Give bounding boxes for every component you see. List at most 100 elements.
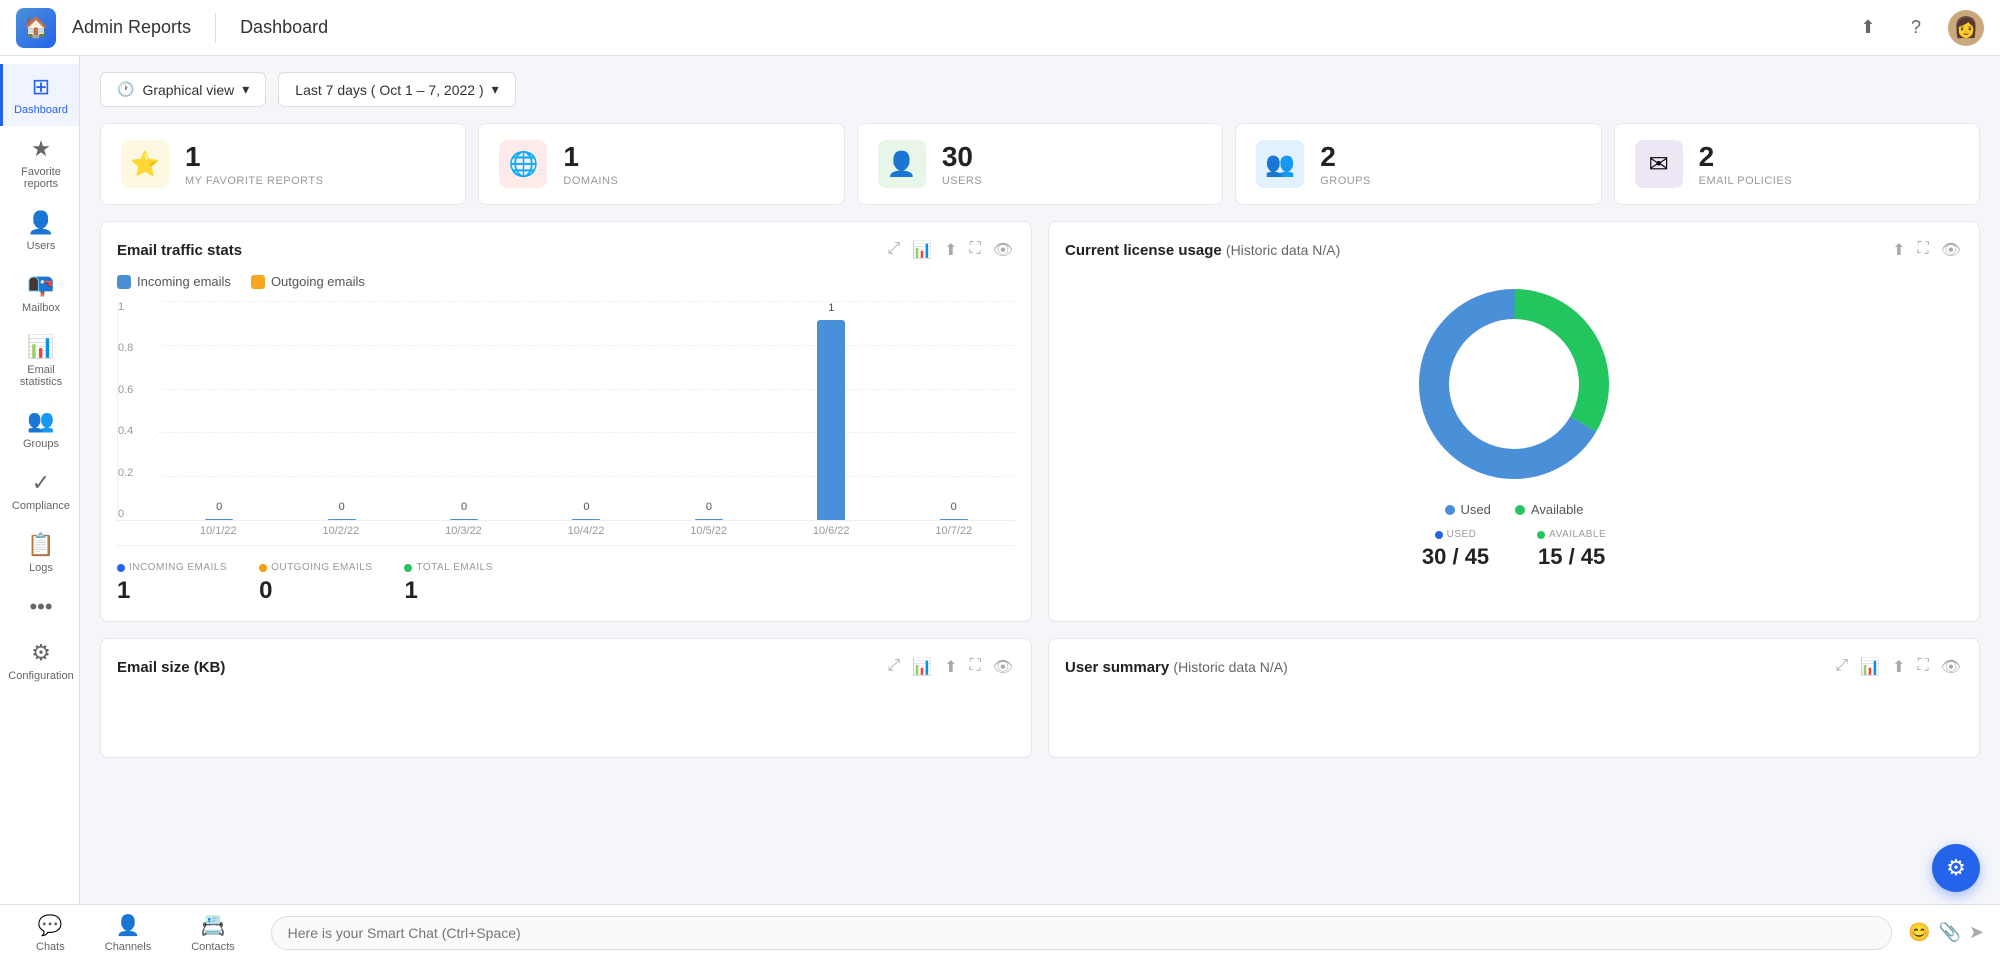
sidebar-item-configuration[interactable]: ⚙ Configuration [0,630,79,692]
chart-header-license: Current license usage (Historic data N/A… [1065,238,1963,262]
share-icon[interactable]: ⬆ [942,655,959,679]
sidebar-item-email-statistics[interactable]: 📊 Email statistics [0,324,79,398]
sidebar-item-compliance[interactable]: ✓ Compliance [0,460,79,522]
legend-available: Available [1515,502,1584,517]
sidebar-item-favorite-reports[interactable]: ★ Favorite reports [0,126,79,200]
bar-group-3: 0 [403,519,525,520]
sidebar-item-mailbox[interactable]: 📭 Mailbox [0,262,79,324]
y-label-08: 0.8 [118,342,133,354]
x-label-2: 10/2/22 [280,521,403,537]
bar-group-7: 0 [893,519,1015,520]
email-size-title: Email size (KB) [117,659,225,676]
favorite-stat-icon: ⭐ [121,140,169,188]
y-label-0: 0 [118,508,133,520]
y-label-06: 0.6 [118,384,133,396]
user-summary-subtitle: (Historic data N/A) [1173,659,1287,675]
bar-value-7: 0 [951,501,957,513]
groups-icon: 👥 [27,408,54,434]
favorite-label: MY FAVORITE REPORTS [185,175,323,187]
share-icon[interactable]: ⬆ [942,238,959,262]
bar-value-6: 1 [828,302,834,314]
favorite-reports-icon: ★ [31,136,51,162]
used-stat-dot [1435,531,1443,539]
main-layout: ⊞ Dashboard ★ Favorite reports 👤 Users 📭… [0,56,2000,904]
date-range-button[interactable]: Last 7 days ( Oct 1 – 7, 2022 ) ▾ [278,72,515,107]
stat-card-groups: 👥 2 GROUPS [1235,123,1601,205]
graphical-view-button[interactable]: 🕐 Graphical view ▾ [100,72,266,107]
expand-icon[interactable]: ⤢ [885,655,902,679]
bar-value-4: 0 [583,501,589,513]
share-icon[interactable]: ⬆ [1890,238,1907,262]
bar-chart-icon[interactable]: 📊 [910,238,934,262]
chats-icon: 💬 [38,913,63,938]
chart-actions-license: ⬆ ⛶ 👁 [1890,238,1963,262]
bar-1 [205,519,233,520]
license-available: AVAILABLE 15 / 45 [1537,529,1606,570]
groups-stat-icon: 👥 [1256,140,1304,188]
share-icon[interactable]: ⬆ [1890,655,1907,679]
chevron-down-icon: ▾ [242,81,249,98]
domains-stat-icon: 🌐 [499,140,547,188]
legend-bar-blue [117,275,131,289]
stat-info-domains: 1 DOMAINS [563,141,618,187]
donut-wrap [1404,274,1624,494]
hide-icon[interactable]: 👁 [991,238,1015,262]
sidebar-item-dashboard[interactable]: ⊞ Dashboard [0,64,79,126]
expand-icon[interactable]: ⤢ [1833,655,1850,679]
stat-info-favorite: 1 MY FAVORITE REPORTS [185,141,323,187]
bottom-nav-chats[interactable]: 💬 Chats [16,907,85,959]
fullscreen-icon[interactable]: ⛶ [1915,238,1930,262]
bar-group-1: 0 [158,519,280,520]
bar-chart-icon[interactable]: 📊 [1858,655,1882,679]
bar-chart-area: 1 0.8 0.6 0.4 0.2 0 [117,301,1015,521]
dot-green [404,564,412,572]
bottom-icons: 😊 📎 ➤ [1908,922,1984,943]
email-statistics-icon: 📊 [27,334,54,360]
chat-fab-button[interactable]: ⚙ [1932,844,1980,892]
hide-icon[interactable]: 👁 [991,655,1015,679]
channels-icon: 👤 [116,913,141,938]
user-summary-card: User summary (Historic data N/A) ⤢ 📊 ⬆ ⛶… [1048,638,1980,758]
sidebar-item-users[interactable]: 👤 Users [0,200,79,262]
favorite-count: 1 [185,141,323,173]
users-icon: 👤 [27,210,54,236]
hide-icon[interactable]: 👁 [1939,238,1963,262]
attachment-icon[interactable]: 📎 [1938,922,1960,943]
sidebar-item-logs[interactable]: 📋 Logs [0,522,79,584]
bottom-nav-contacts[interactable]: 📇 Contacts [171,907,254,959]
user-summary-header: User summary (Historic data N/A) ⤢ 📊 ⬆ ⛶… [1065,655,1963,679]
sidebar-item-label: Configuration [8,670,73,682]
fullscreen-icon[interactable]: ⛶ [967,655,982,679]
sidebar-item-groups[interactable]: 👥 Groups [0,398,79,460]
send-icon[interactable]: ➤ [1969,922,1984,943]
sidebar-item-more[interactable]: ••• [0,584,79,630]
y-label-02: 0.2 [118,467,133,479]
available-stat-value: 15 / 45 [1538,544,1605,570]
top-header: 🏠 Admin Reports Dashboard ⬆ ? 👩 [0,0,2000,56]
domains-label: DOMAINS [563,175,618,187]
avatar[interactable]: 👩 [1948,10,1984,46]
fullscreen-icon[interactable]: ⛶ [1915,655,1930,679]
bottom-nav-channels[interactable]: 👤 Channels [85,907,171,959]
bar-value-5: 0 [706,501,712,513]
emoji-icon[interactable]: 😊 [1908,922,1930,943]
help-button[interactable]: ? [1900,12,1932,44]
x-label-5: 10/5/22 [647,521,770,537]
hide-icon[interactable]: 👁 [1939,655,1963,679]
bar-value-2: 0 [339,501,345,513]
chevron-down-icon: ▾ [492,81,499,98]
email-policies-count: 2 [1699,141,1792,173]
stat-total: TOTAL EMAILS 1 [404,562,492,605]
fullscreen-icon[interactable]: ⛶ [967,238,982,262]
mailbox-icon: 📭 [27,272,54,298]
outgoing-value: 0 [259,577,372,605]
contacts-label: Contacts [191,941,234,953]
chart-actions-summary: ⤢ 📊 ⬆ ⛶ 👁 [1833,655,1963,679]
outgoing-label: OUTGOING EMAILS [259,562,372,573]
expand-icon[interactable]: ⤢ [885,238,902,262]
bar-chart-icon[interactable]: 📊 [910,655,934,679]
upload-button[interactable]: ⬆ [1852,12,1884,44]
dot-orange [259,564,267,572]
smart-chat-input[interactable] [271,916,1892,950]
groups-count: 2 [1320,141,1371,173]
